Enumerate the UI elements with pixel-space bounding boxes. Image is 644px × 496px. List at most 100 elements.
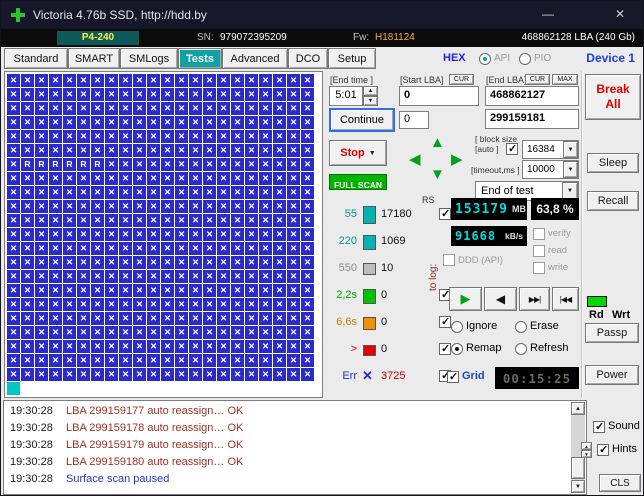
end-time-input[interactable]: 5:01 bbox=[329, 86, 363, 106]
tab-setup[interactable]: Setup bbox=[328, 48, 376, 69]
scan-cell: ✕ bbox=[301, 368, 314, 381]
scan-cell: ✕ bbox=[273, 214, 286, 227]
scan-cell: ✕ bbox=[161, 256, 174, 269]
block-size-combo[interactable]: 16384 ▼ bbox=[522, 140, 579, 159]
api-label: API bbox=[494, 53, 510, 64]
scan-cell: ✕ bbox=[231, 130, 244, 143]
end-lba-cur-button[interactable]: CUR bbox=[525, 74, 550, 85]
scan-cell: ✕ bbox=[245, 214, 258, 227]
scan-cell: ✕ bbox=[287, 284, 300, 297]
scan-cell: ✕ bbox=[119, 102, 132, 115]
scan-cell: ✕ bbox=[133, 242, 146, 255]
sound-checkbox[interactable] bbox=[593, 421, 605, 433]
end-lba-input[interactable]: 468862127 bbox=[485, 86, 579, 106]
scan-cell: ✕ bbox=[175, 116, 188, 129]
hints-checkbox[interactable] bbox=[597, 444, 609, 456]
scan-cell: ✕ bbox=[231, 284, 244, 297]
nav-right-button[interactable]: ▶ bbox=[451, 150, 463, 168]
start-lba-input[interactable]: 0 bbox=[399, 86, 479, 106]
scan-cell: ✕ bbox=[49, 256, 62, 269]
next-button[interactable]: ▶▶| bbox=[519, 287, 550, 311]
cls-button[interactable]: CLS bbox=[599, 474, 641, 492]
block-size-auto-checkbox[interactable] bbox=[506, 143, 518, 155]
passp-button[interactable]: Passp bbox=[585, 323, 639, 343]
rs-label: RS bbox=[422, 195, 435, 205]
scan-cell: ✕ bbox=[161, 186, 174, 199]
power-button[interactable]: Power bbox=[585, 365, 639, 385]
scan-cell: ✕ bbox=[273, 312, 286, 325]
tab-smart[interactable]: SMART bbox=[68, 48, 120, 69]
scroll-down-button[interactable]: ▼ bbox=[571, 480, 585, 493]
end-time-spinner[interactable]: ▲ ▼ bbox=[363, 86, 378, 106]
scan-cell: ✕ bbox=[161, 172, 174, 185]
block-size-combo-arrow-icon[interactable]: ▼ bbox=[563, 141, 578, 158]
play-button[interactable]: ▶ bbox=[449, 287, 482, 311]
scan-cell: ✕ bbox=[161, 88, 174, 101]
api-radio[interactable] bbox=[479, 53, 491, 65]
scan-cell: ✕ bbox=[189, 242, 202, 255]
ignore-radio[interactable] bbox=[451, 321, 463, 333]
scan-cell: ✕ bbox=[133, 284, 146, 297]
scan-cell: ✕ bbox=[161, 284, 174, 297]
timeout-combo[interactable]: 10000 ▼ bbox=[522, 160, 579, 179]
prev-button[interactable]: |◀◀ bbox=[552, 287, 579, 311]
erase-radio[interactable] bbox=[515, 321, 527, 333]
scan-cell: ✕ bbox=[259, 340, 272, 353]
log-area: 19:30:28LBA 299159177 auto reassign… OK1… bbox=[3, 400, 587, 495]
back-button[interactable]: ◀ bbox=[484, 287, 517, 311]
hints-spinner-up-icon[interactable]: ▲ bbox=[581, 442, 592, 450]
scroll-thumb[interactable] bbox=[571, 457, 585, 479]
scan-cell: ✕ bbox=[203, 130, 216, 143]
close-button[interactable]: ✕ bbox=[601, 1, 639, 29]
scan-cell: ✕ bbox=[259, 270, 272, 283]
grid-checkbox[interactable] bbox=[447, 371, 459, 383]
end-time-spinner-up-icon[interactable]: ▲ bbox=[363, 86, 378, 96]
sleep-button[interactable]: Sleep bbox=[587, 153, 639, 173]
tab-advanced[interactable]: Advanced bbox=[222, 48, 288, 69]
nav-left-button[interactable]: ◀ bbox=[409, 150, 421, 168]
scan-cell: ✕ bbox=[119, 368, 132, 381]
scan-cell: ✕ bbox=[7, 228, 20, 241]
scan-cell: ✕ bbox=[301, 340, 314, 353]
continue-button[interactable]: Continue bbox=[329, 108, 395, 132]
scroll-up-button[interactable]: ▲ bbox=[571, 402, 585, 415]
scan-cell: ✕ bbox=[175, 312, 188, 325]
break-all-button[interactable]: Break All bbox=[585, 74, 641, 120]
scan-cell: ✕ bbox=[203, 102, 216, 115]
refresh-radio[interactable] bbox=[515, 343, 527, 355]
tab-smlogs[interactable]: SMLogs bbox=[120, 48, 178, 69]
scan-cell: ✕ bbox=[217, 368, 230, 381]
pio-radio[interactable] bbox=[519, 53, 531, 65]
tab-tests[interactable]: Tests bbox=[178, 48, 222, 69]
scan-cell: ✕ bbox=[147, 186, 160, 199]
timeout-combo-arrow-icon[interactable]: ▼ bbox=[563, 161, 578, 178]
write-checkbox bbox=[533, 262, 545, 274]
stop-dropdown-icon: ▼ bbox=[369, 150, 376, 157]
end-lba-max-button[interactable]: MAX bbox=[552, 74, 578, 85]
scan-cell: ✕ bbox=[147, 228, 160, 241]
recall-label: Recall bbox=[598, 195, 629, 207]
scan-cell: ✕ bbox=[217, 312, 230, 325]
scan-cell: ✕ bbox=[259, 326, 272, 339]
scan-cell: ✕ bbox=[273, 340, 286, 353]
stat-log-checkbox[interactable] bbox=[439, 208, 451, 220]
scan-cell: ✕ bbox=[91, 116, 104, 129]
nav-down-button[interactable]: ▼ bbox=[430, 166, 445, 183]
stat-log-checkbox[interactable] bbox=[439, 343, 451, 355]
minimize-button[interactable]: — bbox=[529, 1, 567, 29]
hints-spinner-down-icon[interactable]: ▼ bbox=[581, 450, 592, 458]
scan-cell: ✕ bbox=[21, 298, 34, 311]
stat-log-checkbox[interactable] bbox=[439, 316, 451, 328]
stop-button[interactable]: Stop ▼ bbox=[329, 140, 387, 166]
model-badge: P4-240 bbox=[57, 31, 139, 45]
scan-cell: ✕ bbox=[189, 74, 202, 87]
nav-up-button[interactable]: ▲ bbox=[430, 134, 445, 151]
tab-dco[interactable]: DCO bbox=[288, 48, 328, 69]
tab-standard[interactable]: Standard bbox=[4, 48, 68, 69]
hints-spinner[interactable]: ▲ ▼ bbox=[581, 442, 592, 458]
start-lba-cur-button[interactable]: CUR bbox=[449, 74, 474, 85]
recall-button[interactable]: Recall bbox=[587, 191, 639, 211]
scan-cell: ✕ bbox=[231, 242, 244, 255]
end-time-spinner-down-icon[interactable]: ▼ bbox=[363, 96, 378, 106]
remap-radio[interactable] bbox=[451, 343, 463, 355]
